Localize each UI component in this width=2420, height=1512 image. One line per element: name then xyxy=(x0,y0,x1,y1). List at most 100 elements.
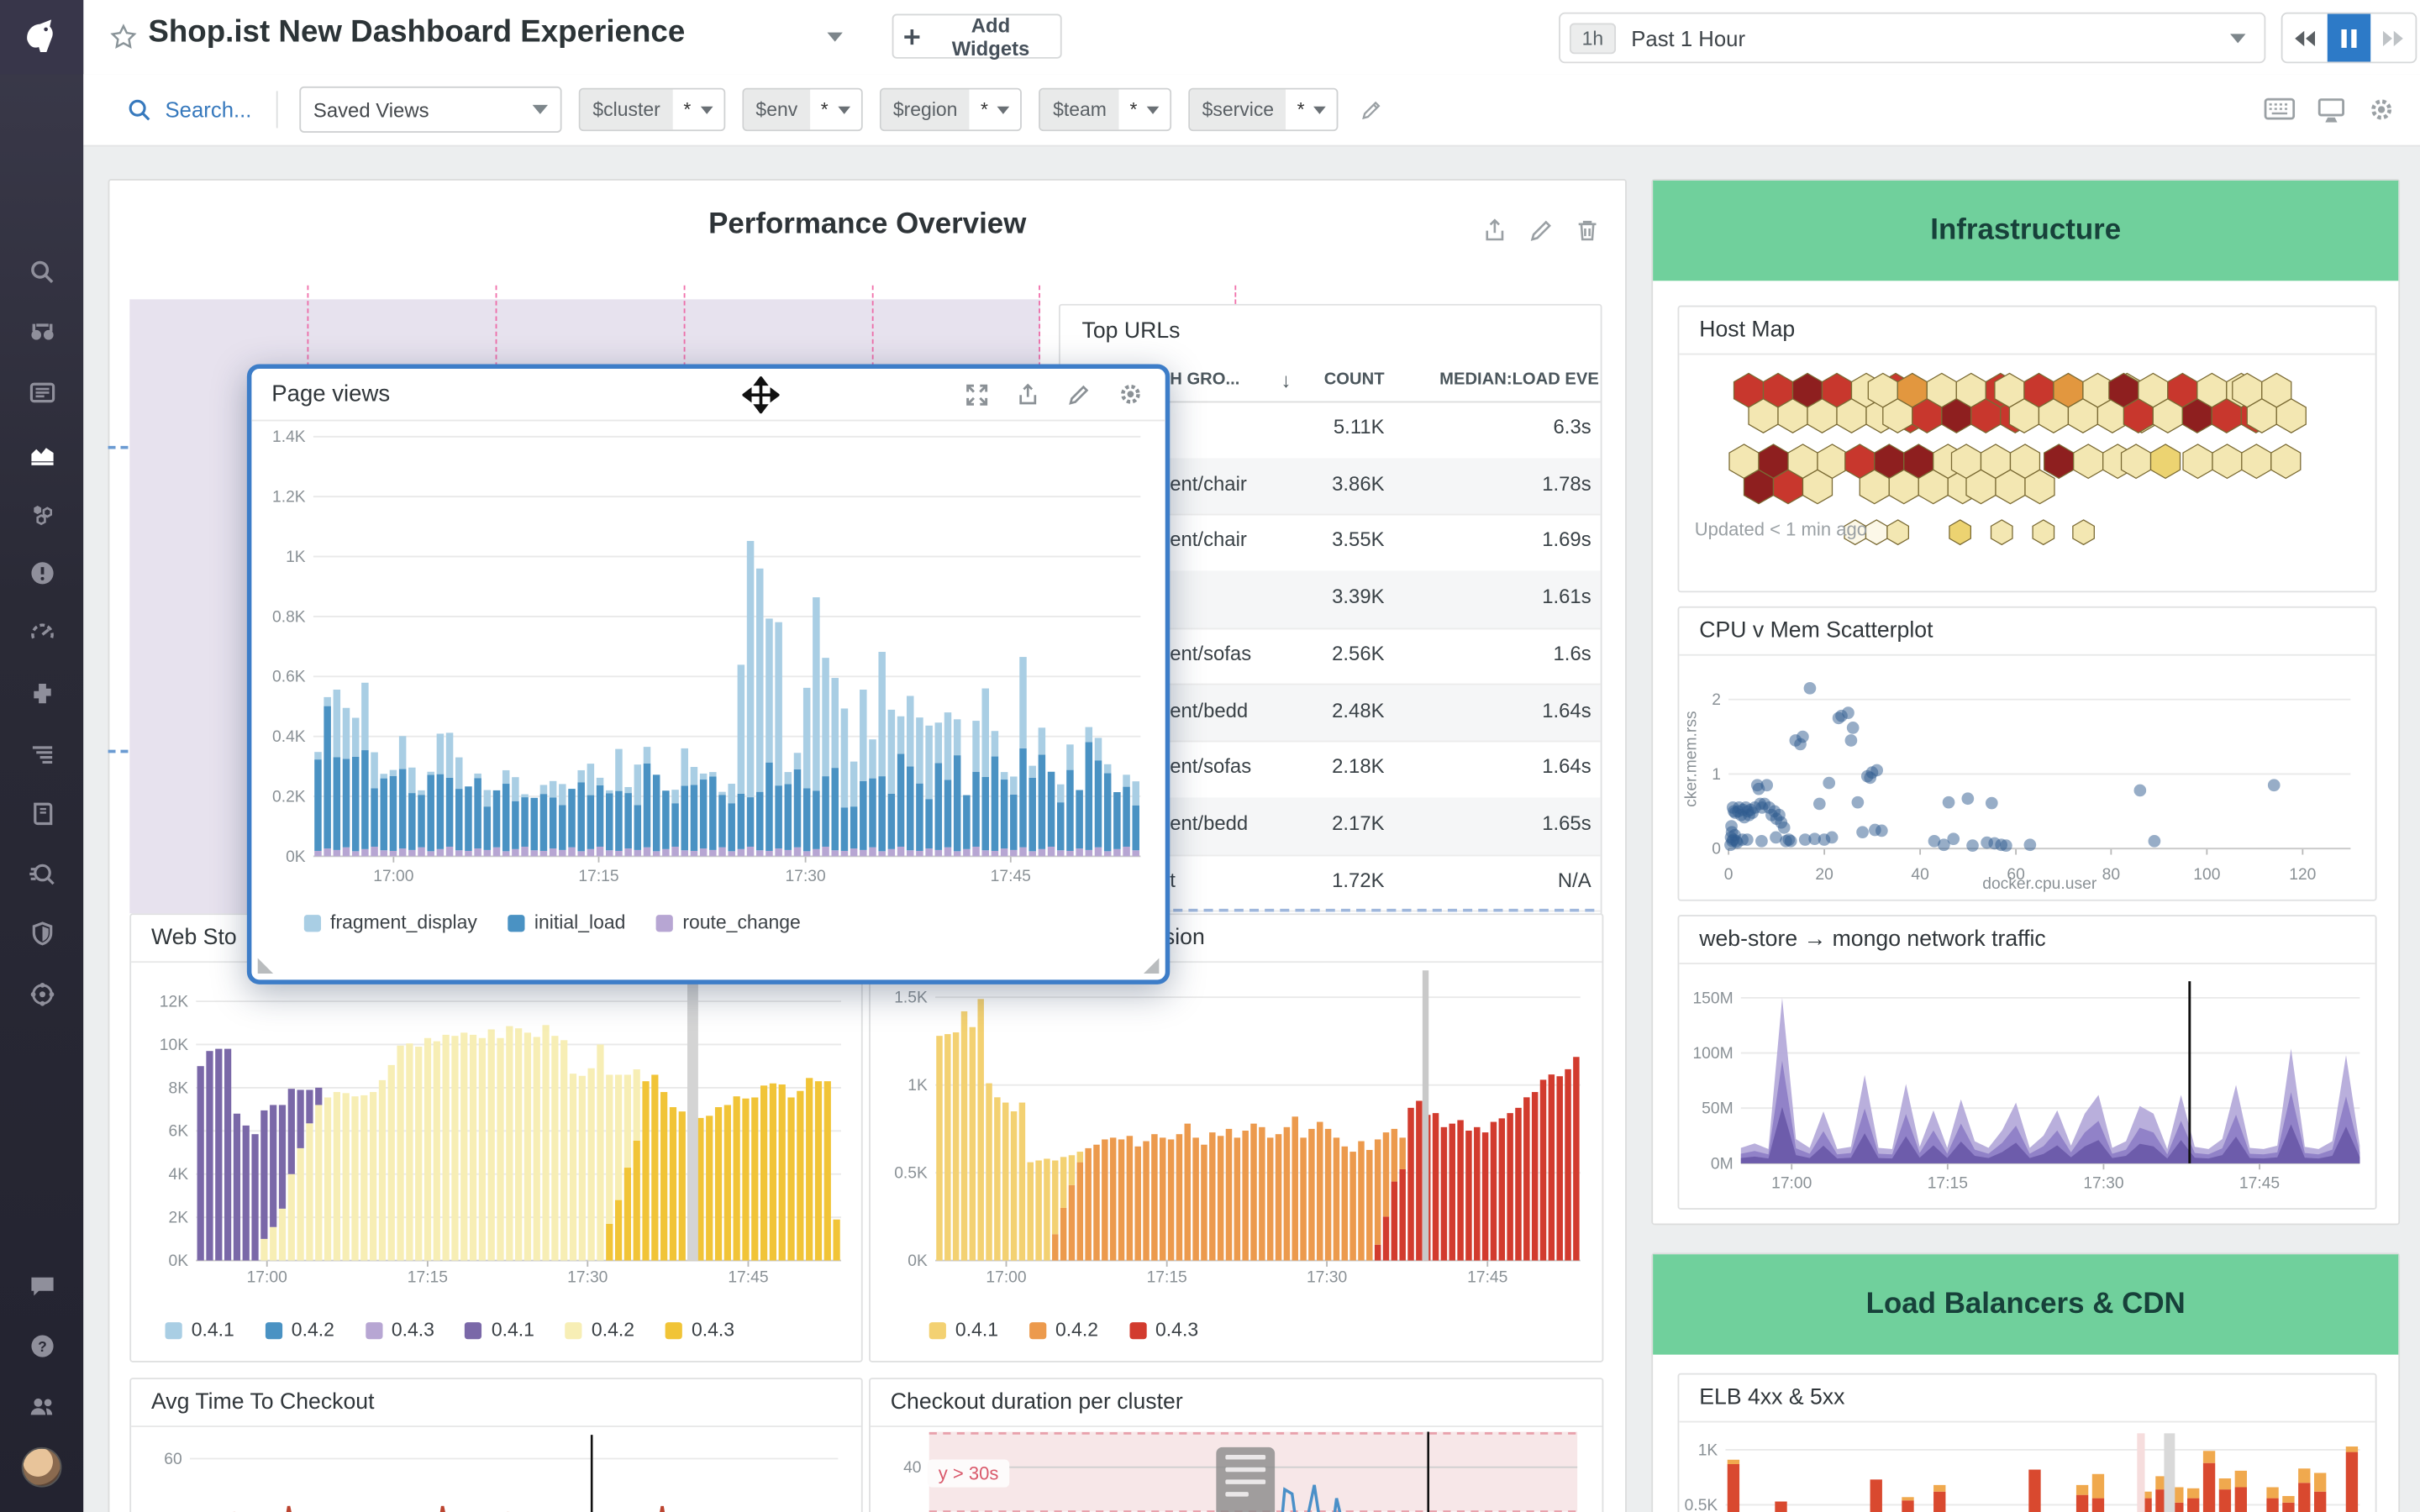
time-chip: 1h xyxy=(1570,23,1616,54)
template-variable-service[interactable]: $service* xyxy=(1188,88,1339,131)
infrastructure-panel: Infrastructure Host Map Updated < 1 min … xyxy=(1651,179,2400,1225)
tv-mode-icon[interactable] xyxy=(2317,97,2346,123)
legend-item[interactable]: 0.4.2 xyxy=(1029,1319,1098,1341)
page-views-chart[interactable]: 0K0.2K0.4K0.6K0.8K1K1.2K1.4K17:0017:1517… xyxy=(260,430,1153,893)
widget-gear-icon[interactable] xyxy=(1118,381,1144,407)
sidebar-item-integrations[interactable] xyxy=(0,664,83,724)
page-views-floating-widget[interactable]: Page views 0K0.2K0.4K0.6K0.8K1K1.2K1.4K1… xyxy=(247,364,1170,984)
legend-item[interactable]: initial_load xyxy=(508,912,626,934)
export-icon[interactable] xyxy=(1016,382,1040,407)
network-traffic-chart[interactable]: 0M50M100M150M17:0017:1517:3017:45 xyxy=(1682,966,2372,1200)
delete-trash-icon[interactable] xyxy=(1574,218,1600,244)
template-variable-region[interactable]: $region* xyxy=(879,88,1022,131)
legend-item[interactable]: 0.4.1 xyxy=(929,1319,998,1341)
svg-text:1.2K: 1.2K xyxy=(272,489,306,507)
host-hexagon[interactable] xyxy=(2044,444,2074,478)
time-range-selector[interactable]: 1h Past 1 Hour xyxy=(1559,13,2265,64)
resize-handle[interactable] xyxy=(1144,958,1159,974)
widget-header[interactable]: Page views xyxy=(251,369,1165,421)
divider xyxy=(276,91,278,128)
legend-item[interactable]: 0.4.1 xyxy=(466,1319,534,1341)
legend-swatch xyxy=(466,1321,482,1338)
sidebar-item-notebook[interactable] xyxy=(0,784,83,844)
sidebar-item-chat[interactable] xyxy=(0,1256,83,1316)
elb-chart[interactable]: 1K0.5K xyxy=(1682,1427,2372,1512)
cpu-mem-scatter-chart[interactable]: 012020406080100120docker.cpu.usercker.me… xyxy=(1682,657,2372,891)
host-hexagon[interactable] xyxy=(2242,444,2271,478)
host-hexagon[interactable] xyxy=(1949,520,1970,544)
sidebar-item-users[interactable] xyxy=(0,1376,83,1436)
pill-value[interactable]: * xyxy=(970,90,1020,130)
edit-pencil-icon[interactable] xyxy=(1528,218,1554,244)
sidebar-item-monitors[interactable] xyxy=(0,543,83,604)
resize-handle[interactable] xyxy=(258,958,273,974)
sidebar-item-synthetics[interactable] xyxy=(0,844,83,905)
sidebar-item-apm[interactable] xyxy=(0,603,83,664)
svg-text:17:00: 17:00 xyxy=(986,1268,1026,1286)
legend-item[interactable]: fragment_display xyxy=(304,912,477,934)
forward-button[interactable] xyxy=(2371,14,2416,62)
host-hexagon[interactable] xyxy=(2073,520,2094,544)
legend-item[interactable]: 0.4.3 xyxy=(1129,1319,1198,1341)
pill-value[interactable]: * xyxy=(1119,90,1170,130)
column-median[interactable]: MEDIAN:LOAD EVE xyxy=(1245,370,1599,389)
host-map-title: Host Map xyxy=(1679,307,2375,355)
legend-item[interactable]: 0.4.2 xyxy=(266,1319,334,1341)
host-map-hexagons[interactable] xyxy=(1679,354,2372,588)
search-control[interactable]: Search... xyxy=(127,97,252,123)
sidebar-item-metrics[interactable] xyxy=(0,423,83,483)
sidebar-item-help[interactable]: ? xyxy=(0,1316,83,1377)
pill-value[interactable]: * xyxy=(672,90,723,130)
export-icon[interactable] xyxy=(1481,218,1507,244)
favorite-star-icon[interactable] xyxy=(108,22,139,53)
avg-checkout-chart[interactable]: 6040 xyxy=(144,1431,850,1512)
sidebar-item-logs[interactable] xyxy=(0,723,83,784)
fullscreen-icon[interactable] xyxy=(965,382,989,407)
template-variable-env[interactable]: $env* xyxy=(742,88,862,131)
rewind-button[interactable] xyxy=(2283,14,2328,62)
sidebar-item-network[interactable] xyxy=(0,964,83,1025)
host-hexagon[interactable] xyxy=(2033,520,2054,544)
template-variable-cluster[interactable]: $cluster* xyxy=(579,88,725,131)
pause-button[interactable] xyxy=(2327,14,2371,62)
search-icon xyxy=(127,97,153,123)
legend-item[interactable]: route_change xyxy=(656,912,801,934)
svg-text:17:00: 17:00 xyxy=(247,1268,287,1286)
svg-text:20: 20 xyxy=(1815,866,1833,884)
sidebar-item-events[interactable] xyxy=(0,363,83,423)
settings-gear-icon[interactable] xyxy=(2368,96,2396,123)
host-hexagon[interactable] xyxy=(2271,444,2301,478)
conversion-chart[interactable]: 0K0.5K1K1.5K17:0017:1517:3017:45 xyxy=(883,970,1590,1294)
edit-variables-pencil-icon[interactable] xyxy=(1360,98,1384,122)
web-store-chart[interactable]: 0K2K4K6K8K10K12K17:0017:1517:3017:45 xyxy=(144,970,850,1294)
sidebar-item-search[interactable] xyxy=(0,242,83,302)
host-hexagon[interactable] xyxy=(2074,444,2103,478)
saved-views-dropdown[interactable]: Saved Views xyxy=(299,87,561,133)
host-hexagon[interactable] xyxy=(2183,444,2212,478)
legend-item[interactable]: 0.4.3 xyxy=(666,1319,734,1341)
sidebar-item-watchdog[interactable] xyxy=(0,302,83,363)
sidebar-item-infrastructure[interactable] xyxy=(0,483,83,543)
time-caret-icon xyxy=(2230,34,2245,43)
legend-item[interactable]: 0.4.3 xyxy=(366,1319,434,1341)
template-variable-team[interactable]: $team* xyxy=(1039,88,1171,131)
host-hexagon[interactable] xyxy=(2212,444,2242,478)
datadog-logo[interactable] xyxy=(0,0,83,74)
host-hexagon[interactable] xyxy=(1991,520,2012,544)
add-widgets-button[interactable]: Add Widgets xyxy=(892,14,1062,59)
host-hexagon[interactable] xyxy=(1865,520,1886,544)
sidebar-item-security[interactable] xyxy=(0,904,83,964)
pill-value[interactable]: * xyxy=(1286,90,1337,130)
host-hexagon[interactable] xyxy=(2151,444,2181,478)
sidebar-item-avatar[interactable] xyxy=(0,1436,83,1497)
host-hexagon[interactable] xyxy=(1887,520,1908,544)
saved-views-label: Saved Views xyxy=(313,98,429,122)
keyboard-shortcuts-icon[interactable] xyxy=(2264,97,2295,122)
watchdog-icon xyxy=(27,318,56,347)
edit-pencil-icon[interactable] xyxy=(1066,382,1091,407)
pill-value[interactable]: * xyxy=(810,90,860,130)
legend-item[interactable]: 0.4.1 xyxy=(166,1319,234,1341)
scatterplot-widget: CPU v Mem Scatterplot 012020406080100120… xyxy=(1678,606,2377,901)
title-dropdown-caret[interactable] xyxy=(827,33,842,42)
legend-item[interactable]: 0.4.2 xyxy=(566,1319,634,1341)
